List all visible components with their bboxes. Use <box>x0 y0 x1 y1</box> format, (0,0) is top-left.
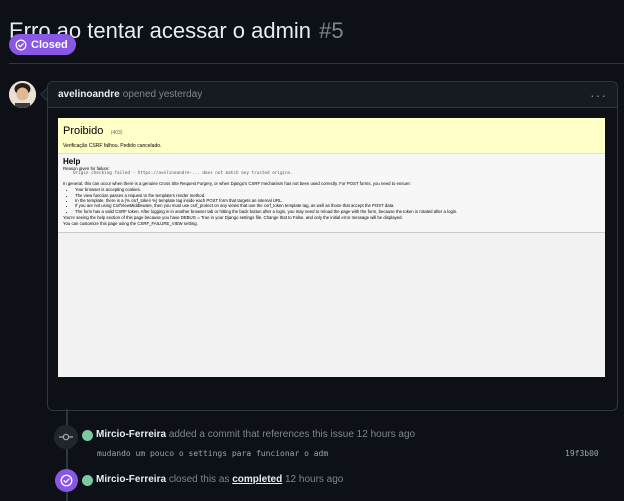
issue-closed-icon <box>15 39 27 50</box>
event-text: closed this as <box>168 474 230 485</box>
state-label: Closed <box>31 38 68 51</box>
event-text: added a commit that references this issu… <box>168 429 416 440</box>
screenshot-reason: Verificação CSRF falhou. Pedido cancelad… <box>63 143 162 149</box>
screenshot-help: Help Reason given for failure: Origin ch… <box>58 154 605 234</box>
user-avatar-icon <box>9 81 36 108</box>
comment-header: avelinoandre opened yesterday ··· <box>48 82 617 108</box>
commit-message[interactable]: mudando um pouco o settings para funcion… <box>97 449 328 458</box>
help-list-item: The form has a valid CSRF token. After l… <box>75 209 600 214</box>
help-title: Help <box>63 157 81 166</box>
event-actor[interactable]: Mircio-Ferreira <box>96 429 166 440</box>
issue-closed-icon <box>55 469 78 492</box>
comment-meta[interactable]: opened yesterday <box>123 89 203 100</box>
git-commit-icon <box>54 425 78 449</box>
avatar[interactable] <box>9 81 36 108</box>
header-divider <box>9 63 624 64</box>
help-paragraph: In general, this can occur when there is… <box>63 180 411 186</box>
attached-screenshot[interactable]: Proibido (403) Verificação CSRF falhou. … <box>58 118 605 377</box>
event-time: 12 hours ago <box>284 474 344 485</box>
timeline-closed-event: Mircio-Ferreira closed this as completed… <box>96 474 343 485</box>
state-badge: Closed <box>9 34 76 55</box>
screenshot-code: (403) <box>110 130 123 136</box>
timeline-commit-event: Mircio-Ferreira added a commit that refe… <box>96 429 415 440</box>
comment-author[interactable]: avelinoandre <box>58 89 120 100</box>
issue-number: #5 <box>319 17 344 43</box>
avatar[interactable] <box>82 430 93 441</box>
customize-paragraph: You can customize this page using the CS… <box>63 220 198 226</box>
issue-comment: avelinoandre opened yesterday ··· Proibi… <box>47 81 618 411</box>
screenshot-header: Proibido (403) Verificação CSRF falhou. … <box>58 118 605 154</box>
completed-link[interactable]: completed <box>232 474 282 485</box>
help-list: Your browser is accepting cookies. The v… <box>75 187 600 214</box>
kebab-horizontal-icon[interactable]: ··· <box>590 87 607 103</box>
screenshot-title: Proibido <box>63 125 104 137</box>
commit-sha[interactable]: 19f3b00 <box>565 449 599 458</box>
event-actor[interactable]: Mircio-Ferreira <box>96 474 166 485</box>
avatar[interactable] <box>82 475 93 486</box>
